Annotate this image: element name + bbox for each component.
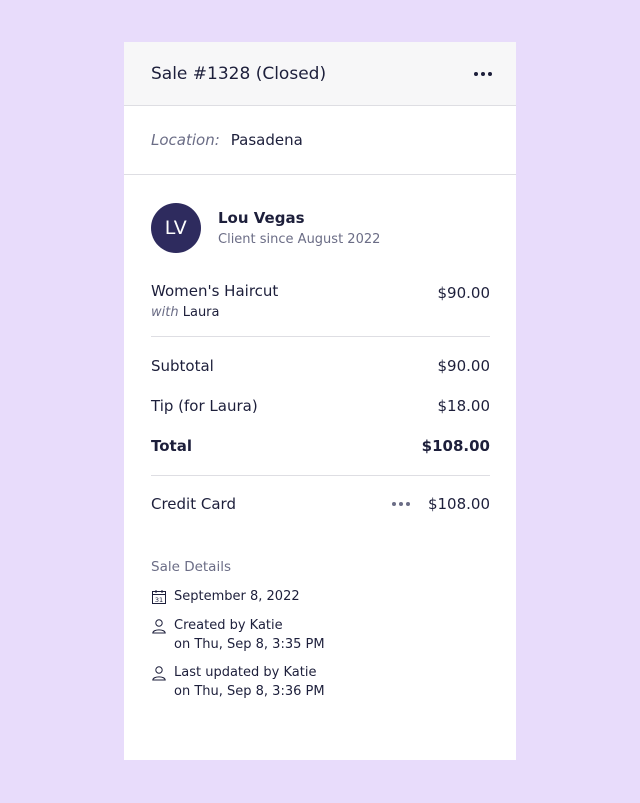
- created-row: Created by Katie on Thu, Sep 8, 3:35 PM: [151, 618, 490, 652]
- more-icon-dot: [481, 71, 485, 76]
- payment-row: Credit Card $108.00: [151, 493, 490, 515]
- more-icon-dot: [488, 71, 492, 76]
- subtotal-label: Subtotal: [151, 357, 214, 375]
- total-label: Total: [151, 437, 192, 455]
- payment-right: $108.00: [390, 495, 490, 513]
- location-row: Location: Pasadena: [124, 106, 516, 175]
- sale-date: September 8, 2022: [174, 589, 300, 604]
- tip-row: Tip (for Laura) $18.00: [151, 395, 490, 417]
- client-name[interactable]: Lou Vegas: [218, 209, 380, 227]
- service-staff: with Laura: [151, 305, 278, 320]
- sale-body: LV Lou Vegas Client since August 2022 Wo…: [124, 202, 516, 699]
- service-name: Women's Haircut: [151, 282, 279, 300]
- sale-details-title: Sale Details: [151, 559, 231, 575]
- subtotal-value: $90.00: [437, 357, 491, 375]
- location-value: Pasadena: [230, 131, 303, 149]
- location-label: Location:: [151, 131, 220, 149]
- more-horizontal-icon: [474, 71, 478, 76]
- user-icon: [152, 619, 166, 634]
- updated-row: Last updated by Katie on Thu, Sep 8, 3:3…: [151, 665, 490, 699]
- service-price: $90.00: [437, 284, 491, 302]
- client-info: Lou Vegas Client since August 2022: [218, 209, 380, 247]
- totals-section: Subtotal $90.00 Tip (for Laura) $18.00 T…: [151, 337, 490, 476]
- client-section: LV Lou Vegas Client since August 2022: [151, 202, 490, 254]
- updated-info: Last updated by Katie on Thu, Sep 8, 3:3…: [174, 665, 325, 699]
- user-icon: [152, 666, 166, 681]
- payment-amount: $108.00: [427, 495, 490, 513]
- with-label: with: [151, 305, 179, 320]
- created-by: Created by Katie: [174, 618, 283, 633]
- calendar-day-text: 31: [155, 596, 163, 604]
- client-since: Client since August 2022: [218, 232, 381, 247]
- sale-date-row: 31 September 8, 2022: [151, 589, 490, 605]
- more-options-button[interactable]: [472, 66, 494, 82]
- updated-by: Last updated by Katie: [174, 665, 317, 680]
- total-row: Total $108.00: [151, 435, 490, 457]
- payment-more-button[interactable]: [390, 496, 412, 512]
- calendar-icon: 31: [152, 590, 166, 604]
- total-value: $108.00: [421, 437, 490, 455]
- sale-title: Sale #1328 (Closed): [151, 63, 327, 84]
- avatar[interactable]: LV: [151, 203, 201, 253]
- sale-card: Sale #1328 (Closed) Location: Pasadena L…: [124, 42, 516, 760]
- updated-on: on Thu, Sep 8, 3:36 PM: [174, 684, 325, 699]
- more-icon-dot: [405, 502, 410, 506]
- service-info: Women's Haircut with Laura: [151, 282, 278, 320]
- service-line-item: Women's Haircut with Laura $90.00: [151, 282, 490, 337]
- tip-label: Tip (for Laura): [151, 397, 258, 415]
- tip-value: $18.00: [437, 397, 491, 415]
- payment-method: Credit Card: [151, 495, 236, 513]
- sale-header: Sale #1328 (Closed): [124, 42, 516, 106]
- created-on: on Thu, Sep 8, 3:35 PM: [174, 637, 325, 652]
- created-info: Created by Katie on Thu, Sep 8, 3:35 PM: [174, 618, 325, 652]
- subtotal-row: Subtotal $90.00: [151, 355, 490, 377]
- staff-name: Laura: [182, 305, 220, 320]
- more-horizontal-icon: [391, 502, 396, 506]
- more-icon-dot: [398, 502, 403, 506]
